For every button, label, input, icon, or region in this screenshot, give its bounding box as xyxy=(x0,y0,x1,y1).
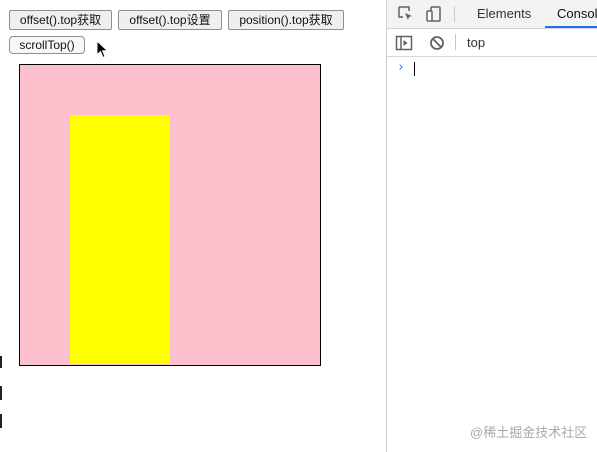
offset-top-get-button[interactable]: offset().top获取 xyxy=(9,10,112,30)
toolbar-divider xyxy=(454,6,455,22)
devtools-panel: Elements Console top › xyxy=(387,0,597,452)
tab-console[interactable]: Console xyxy=(557,0,597,28)
devtools-tabbar: Elements Console xyxy=(387,0,597,29)
edge-mark xyxy=(0,356,2,368)
clear-console-icon[interactable] xyxy=(428,34,446,52)
inspect-element-icon[interactable] xyxy=(397,5,415,23)
inner-box xyxy=(70,115,170,364)
screen: offset().top获取 offset().top设置 position()… xyxy=(0,0,597,452)
scroll-top-button[interactable]: scrollTop() xyxy=(9,36,85,54)
tab-elements[interactable]: Elements xyxy=(477,0,531,28)
execution-context-selector[interactable]: top xyxy=(467,29,485,56)
watermark: @稀土掘金技术社区 xyxy=(470,425,588,440)
mouse-cursor-icon xyxy=(96,40,109,59)
text-caret xyxy=(414,62,415,76)
device-toolbar-icon[interactable] xyxy=(425,5,443,23)
outer-box xyxy=(19,64,321,366)
active-tab-indicator xyxy=(545,26,597,28)
toolbar-divider xyxy=(455,34,456,50)
show-sidebar-icon[interactable] xyxy=(395,34,413,52)
edge-mark xyxy=(0,386,2,400)
edge-mark xyxy=(0,414,2,428)
console-toolbar: top xyxy=(387,29,597,57)
offset-top-set-button[interactable]: offset().top设置 xyxy=(118,10,222,30)
page-viewport: offset().top获取 offset().top设置 position()… xyxy=(0,0,386,452)
prompt-chevron-icon: › xyxy=(397,60,405,75)
position-top-get-button[interactable]: position().top获取 xyxy=(228,10,344,30)
console-prompt[interactable]: › xyxy=(387,59,597,79)
